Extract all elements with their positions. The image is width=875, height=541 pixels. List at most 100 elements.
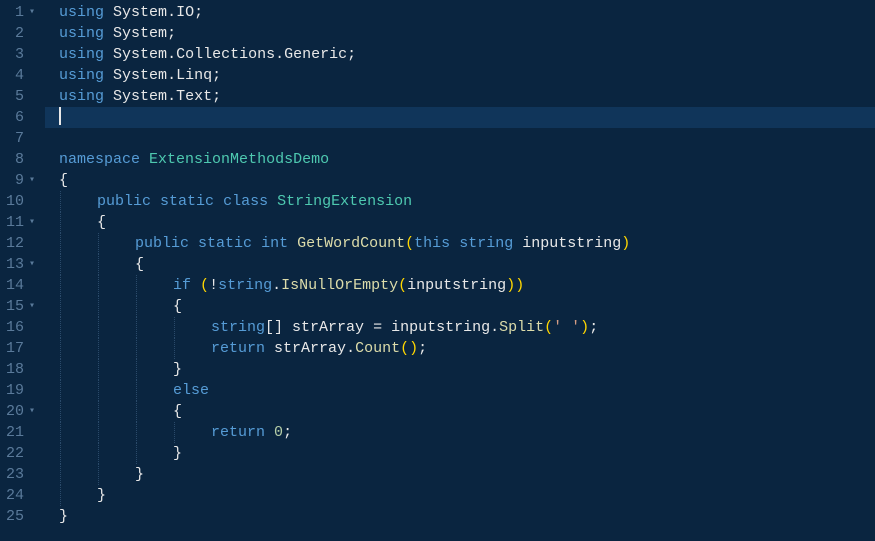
- token-kw: int: [261, 235, 288, 252]
- code-line[interactable]: }: [45, 485, 875, 506]
- token-punct: [104, 4, 113, 21]
- code-line[interactable]: else: [45, 380, 875, 401]
- code-line[interactable]: }: [45, 359, 875, 380]
- token-punct: .: [490, 319, 499, 336]
- code-line[interactable]: }: [45, 464, 875, 485]
- fold-icon[interactable]: ▾: [27, 401, 35, 422]
- code-editor[interactable]: 1▾23456789▾1011▾1213▾1415▾1617181920▾212…: [0, 0, 875, 541]
- code-line[interactable]: string[] strArray = inputstring.Split(' …: [45, 317, 875, 338]
- token-kw: static: [198, 235, 252, 252]
- line-content: }: [59, 487, 106, 504]
- fold-icon[interactable]: ▾: [27, 296, 35, 317]
- token-paren: ): [580, 319, 589, 336]
- indent-guide: [60, 191, 61, 212]
- line-number: 2: [6, 23, 35, 44]
- token-punct: [214, 193, 223, 210]
- token-punct: }: [135, 466, 144, 483]
- token-punct: ;: [589, 319, 598, 336]
- token-kw: using: [59, 46, 104, 63]
- code-area[interactable]: using System.IO;using System;using Syste…: [45, 0, 875, 541]
- code-line[interactable]: if (!string.IsNullOrEmpty(inputstring)): [45, 275, 875, 296]
- token-kw: class: [223, 193, 268, 210]
- line-number: 12: [6, 233, 35, 254]
- line-number: 22: [6, 443, 35, 464]
- token-paren: (: [544, 319, 553, 336]
- line-content: {: [59, 172, 68, 189]
- token-punct: [189, 235, 198, 252]
- code-line[interactable]: using System.Collections.Generic;: [45, 44, 875, 65]
- token-punct: {: [59, 172, 68, 189]
- token-punct: [513, 235, 522, 252]
- indent-guide: [174, 422, 175, 443]
- code-line[interactable]: {: [45, 296, 875, 317]
- indent-guide: [60, 338, 61, 359]
- code-line[interactable]: }: [45, 443, 875, 464]
- line-content: {: [59, 256, 144, 273]
- token-punct: [252, 235, 261, 252]
- indent-guide: [136, 380, 137, 401]
- token-punct: [288, 235, 297, 252]
- token-kw: using: [59, 25, 104, 42]
- line-content: return strArray.Count();: [59, 340, 427, 357]
- indent-guide: [60, 380, 61, 401]
- token-punct: }: [173, 445, 182, 462]
- indent-guide: [60, 233, 61, 254]
- token-punct: }: [173, 361, 182, 378]
- token-ident: inputstring: [407, 277, 506, 294]
- token-paren: (: [398, 277, 407, 294]
- indent-guide: [136, 422, 137, 443]
- line-content: using System;: [59, 25, 176, 42]
- code-line[interactable]: {: [45, 401, 875, 422]
- fold-icon[interactable]: ▾: [27, 212, 35, 233]
- code-line[interactable]: {: [45, 170, 875, 191]
- token-punct: {: [97, 214, 106, 231]
- code-line[interactable]: using System.IO;: [45, 2, 875, 23]
- line-content: }: [59, 361, 182, 378]
- line-content: return 0;: [59, 424, 292, 441]
- token-punct: }: [97, 487, 106, 504]
- token-punct: .: [275, 46, 284, 63]
- code-line[interactable]: [45, 107, 875, 128]
- code-line[interactable]: {: [45, 254, 875, 275]
- code-line[interactable]: using System;: [45, 23, 875, 44]
- code-line[interactable]: [45, 128, 875, 149]
- token-punct: [104, 25, 113, 42]
- line-content: using System.IO;: [59, 4, 203, 21]
- line-content: string[] strArray = inputstring.Split(' …: [59, 319, 598, 336]
- code-line[interactable]: return 0;: [45, 422, 875, 443]
- token-punct: .: [167, 4, 176, 21]
- code-line[interactable]: {: [45, 212, 875, 233]
- code-line[interactable]: namespace ExtensionMethodsDemo: [45, 149, 875, 170]
- fold-icon[interactable]: ▾: [27, 2, 35, 23]
- code-line[interactable]: public static int GetWordCount(this stri…: [45, 233, 875, 254]
- indent-guide: [174, 338, 175, 359]
- token-punct: [104, 88, 113, 105]
- code-line[interactable]: using System.Linq;: [45, 65, 875, 86]
- indent-guide: [60, 422, 61, 443]
- token-ident: Text: [176, 88, 212, 105]
- code-line[interactable]: }: [45, 506, 875, 527]
- token-ident: inputstring: [391, 319, 490, 336]
- line-number: 6: [6, 107, 35, 128]
- code-line[interactable]: using System.Text;: [45, 86, 875, 107]
- token-ident: Linq: [176, 67, 212, 84]
- token-punct: .: [167, 46, 176, 63]
- token-punct: ;: [212, 88, 221, 105]
- token-kw: string: [211, 319, 265, 336]
- token-ident: Collections: [176, 46, 275, 63]
- line-number: 19: [6, 380, 35, 401]
- token-punct: !: [209, 277, 218, 294]
- token-kw: using: [59, 67, 104, 84]
- fold-icon[interactable]: ▾: [27, 170, 35, 191]
- indent-guide: [60, 443, 61, 464]
- token-punct: ;: [283, 424, 292, 441]
- line-number: 7: [6, 128, 35, 149]
- token-punct: .: [167, 67, 176, 84]
- line-content: public static int GetWordCount(this stri…: [59, 235, 630, 252]
- token-punct: [265, 424, 274, 441]
- indent-guide: [136, 359, 137, 380]
- code-line[interactable]: public static class StringExtension: [45, 191, 875, 212]
- code-line[interactable]: return strArray.Count();: [45, 338, 875, 359]
- fold-icon[interactable]: ▾: [27, 254, 35, 275]
- token-ident: System: [113, 46, 167, 63]
